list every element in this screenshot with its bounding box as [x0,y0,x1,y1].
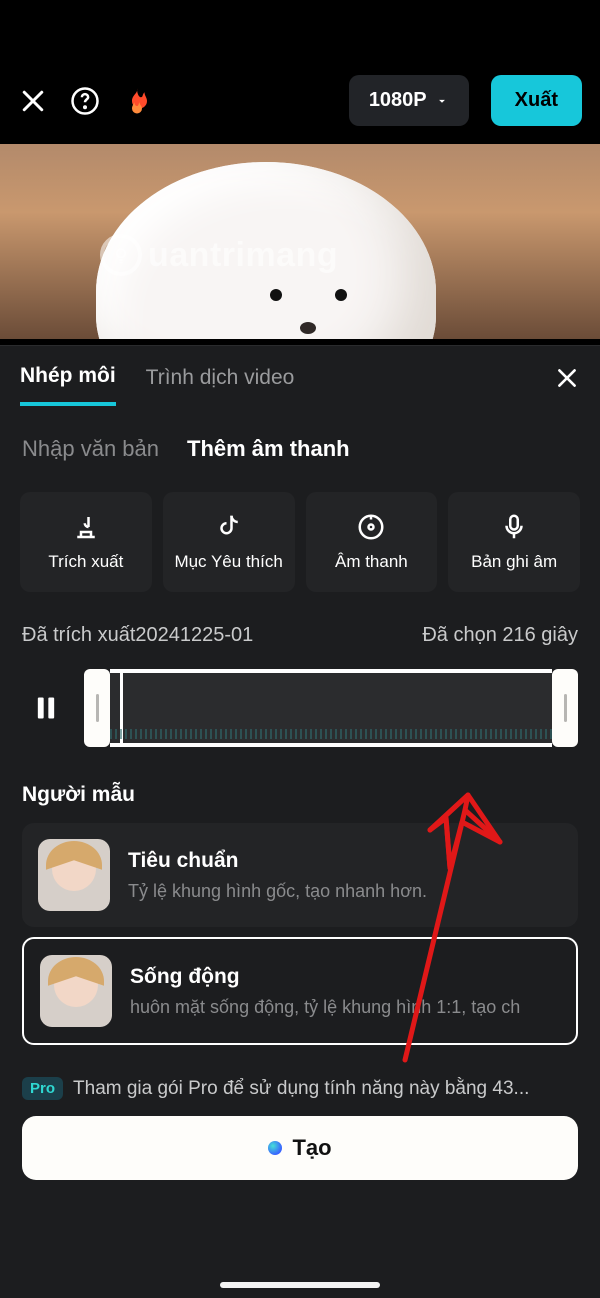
tiktok-icon [214,512,244,542]
create-button[interactable]: Tạo [22,1116,578,1180]
model-option-dynamic[interactable]: Sống động huôn mặt sống động, tỷ lệ khun… [22,937,578,1045]
audio-option-extract[interactable]: Trích xuất [20,492,152,592]
extracted-clip-name: Đã trích xuất20241225-01 [22,624,253,647]
caret-down-icon [435,94,449,108]
model-subtitle: Tỷ lệ khung hình gốc, tạo nhanh hơn. [128,881,562,902]
sheet-close-icon[interactable] [554,365,580,405]
playhead[interactable] [120,673,123,743]
microphone-icon [499,512,529,542]
model-section-label: Người mẫu [0,757,600,813]
video-preview[interactable]: uantrimang [0,144,600,339]
resolution-selector[interactable]: 1080P [349,75,469,126]
pro-text: Tham gia gói Pro để sử dụng tính năng nà… [73,1078,529,1100]
resolution-value: 1080P [369,89,427,112]
tab-video-translate[interactable]: Trình dịch video [146,366,295,404]
trim-handle-right[interactable] [552,669,578,747]
avatar [40,955,112,1027]
export-button[interactable]: Xuất [491,75,582,126]
trim-handle-left[interactable] [84,669,110,747]
pro-badge: Pro [22,1077,63,1100]
sparkle-icon [268,1141,282,1155]
model-subtitle: huôn mặt sống động, tỷ lệ khung hình 1:1… [130,997,560,1018]
audio-option-record[interactable]: Bản ghi âm [448,492,580,592]
audio-trim-slider[interactable] [84,669,578,747]
pro-upsell[interactable]: Pro Tham gia gói Pro để sử dụng tính năn… [0,1045,600,1100]
subtab-add-audio[interactable]: Thêm âm thanh [187,436,350,462]
avatar [38,839,110,911]
model-option-standard[interactable]: Tiêu chuẩn Tỷ lệ khung hình gốc, tạo nha… [22,823,578,927]
watermark: uantrimang [100,234,338,276]
subtab-enter-text[interactable]: Nhập văn bản [22,436,159,462]
extract-icon [71,512,101,542]
lightbulb-icon [100,234,142,276]
pause-button[interactable] [22,675,70,741]
bottom-sheet: Nhép môi Trình dịch video Nhập văn bản T… [0,345,600,1298]
selected-duration: Đã chọn 216 giây [422,624,578,647]
audio-option-audio[interactable]: Âm thanh [306,492,438,592]
close-icon[interactable] [18,86,48,116]
disc-icon [356,512,386,542]
help-icon[interactable] [70,86,100,116]
audio-option-favorite[interactable]: Mục Yêu thích [163,492,295,592]
model-title: Tiêu chuẩn [128,849,562,873]
model-title: Sống động [130,965,560,989]
tab-lip-sync[interactable]: Nhép môi [20,364,116,406]
waveform[interactable] [110,669,552,747]
flame-icon[interactable] [122,84,152,118]
home-indicator [220,1282,380,1288]
